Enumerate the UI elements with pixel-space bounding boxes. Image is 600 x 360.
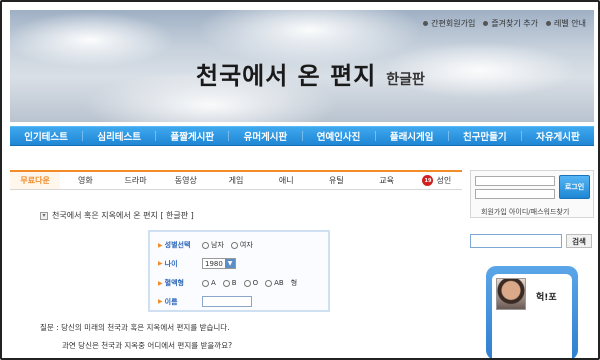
- signup-link[interactable]: 간편회원가입: [423, 18, 475, 29]
- radio-button[interactable]: [202, 279, 209, 287]
- blood-ab-option[interactable]: AB: [265, 279, 284, 287]
- main-panel: ▾ 천국에서 혹은 지옥에서 온 편지 [ 한글판 ] ▶ 성별선택 남자 여자 …: [10, 190, 462, 358]
- blood-type-suffix: 형: [290, 279, 298, 287]
- tab-utility[interactable]: 유틸: [311, 172, 361, 189]
- avatar[interactable]: [496, 278, 526, 310]
- tab-anime[interactable]: 애니: [261, 172, 311, 189]
- nav-psych-test[interactable]: 심리테스트: [83, 127, 155, 145]
- radio-button[interactable]: [243, 279, 251, 287]
- question-text: 질문 : 당신의 미래의 천국과 혹은 지옥에서 편지를 받습니다.: [40, 323, 230, 332]
- nav-clip-board[interactable]: 플짤게시판: [156, 127, 228, 145]
- age-19-badge-icon: 19: [422, 175, 434, 186]
- nav-celebrity-photos[interactable]: 연예인사진: [303, 127, 375, 145]
- age-row: ▶ 나이 1980 ▼: [158, 258, 236, 269]
- chevron-down-icon[interactable]: ▾: [40, 211, 48, 220]
- age-select[interactable]: 1980 ▼: [202, 258, 236, 269]
- arrow-icon: ▶: [158, 298, 163, 305]
- bullet-icon: [483, 21, 489, 26]
- search-input[interactable]: [470, 234, 562, 248]
- nav-free-board[interactable]: 자유게시판: [522, 127, 594, 145]
- password-input[interactable]: [475, 189, 555, 199]
- radio-button[interactable]: [265, 279, 273, 287]
- tab-adult[interactable]: 19 성인: [412, 172, 462, 189]
- arrow-icon: ▶: [158, 279, 163, 287]
- profile-card-inner: 헉!포: [492, 274, 572, 358]
- gender-female-option[interactable]: 여자: [230, 240, 253, 250]
- login-box: 로그인 회원가입 아이디/패스워드찾기: [470, 170, 594, 218]
- profile-card: 헉!포: [486, 266, 578, 358]
- login-button[interactable]: 로그인: [559, 175, 590, 199]
- tab-video[interactable]: 동영상: [161, 172, 211, 189]
- radio-button[interactable]: [202, 241, 209, 249]
- radio-button[interactable]: [222, 279, 230, 287]
- tab-game[interactable]: 게임: [211, 172, 261, 189]
- blood-type-row: ▶ 혈액형 A B O AB 형: [158, 278, 297, 288]
- nav-popular-test[interactable]: 인기테스트: [10, 127, 82, 145]
- category-tabs: 무료다운 영화 드라마 동영상 게임 애니 유틸 교육 19 성인: [10, 170, 462, 190]
- age-label: ▶ 나이: [158, 259, 178, 268]
- arrow-icon: ▶: [158, 260, 163, 267]
- gender-male-option[interactable]: 남자: [202, 240, 224, 250]
- blood-type-label: ▶ 혈액형: [158, 279, 184, 287]
- bullet-icon: [423, 21, 429, 26]
- chevron-down-icon: ▼: [225, 259, 235, 268]
- gender-label: ▶ 성별선택: [158, 241, 191, 249]
- tab-movie[interactable]: 영화: [60, 172, 110, 189]
- tab-free-download[interactable]: 무료다운: [10, 172, 61, 189]
- arrow-icon: ▶: [158, 241, 163, 249]
- nav-humor-board[interactable]: 유머게시판: [229, 127, 301, 145]
- user-id-input[interactable]: [475, 176, 555, 186]
- nav-make-friends[interactable]: 친구만들기: [449, 127, 521, 145]
- profile-name: 헉!포: [536, 293, 557, 303]
- right-sidebar: 로그인 회원가입 아이디/패스워드찾기 검색 헉!포: [470, 170, 594, 358]
- question-text-2: 과연 당신은 천국과 지옥중 어디에서 편지를 받을까요?: [62, 341, 233, 350]
- blood-a-option[interactable]: A: [202, 279, 216, 287]
- tab-education[interactable]: 교육: [362, 172, 412, 189]
- name-input[interactable]: [202, 296, 252, 307]
- blood-o-option[interactable]: O: [243, 279, 258, 287]
- name-row: ▶ 이름: [158, 296, 252, 307]
- signup-find-account-links[interactable]: 회원가입 아이디/패스워드찾기: [481, 207, 569, 217]
- header-banner: 간편회원가입 즐겨찾기 추가 레벨 안내 천국에서 온 편지 한글판: [10, 10, 594, 122]
- site-title-main: 천국에서 온 편지: [196, 62, 377, 90]
- top-links: 간편회원가입 즐겨찾기 추가 레벨 안내: [423, 18, 586, 29]
- blood-b-option[interactable]: B: [222, 279, 237, 287]
- main-nav: 인기테스트 심리테스트 플짤게시판 유머게시판 연예인사진 플래시게임 친구만들…: [10, 126, 594, 146]
- radio-button[interactable]: [230, 241, 238, 249]
- site-title[interactable]: 천국에서 온 편지 한글판: [196, 56, 425, 91]
- bullet-icon: [546, 21, 552, 26]
- page-frame: 간편회원가입 즐겨찾기 추가 레벨 안내 천국에서 온 편지 한글판 인기테스트…: [0, 0, 600, 360]
- site-title-sub: 한글판: [386, 72, 425, 88]
- level-info-link[interactable]: 레벨 안내: [546, 18, 586, 29]
- gender-row: ▶ 성별선택 남자 여자: [158, 240, 256, 250]
- nav-flash-games[interactable]: 플래시게임: [376, 127, 448, 145]
- tab-drama[interactable]: 드라마: [110, 172, 160, 189]
- content-title: ▾ 천국에서 혹은 지옥에서 온 편지 [ 한글판 ]: [40, 210, 194, 221]
- letter-form: ▶ 성별선택 남자 여자 ▶ 나이 1980 ▼ ▶ 혈액형 A B O AB 형 ▶ 이…: [148, 230, 330, 312]
- bookmark-link[interactable]: 즐겨찾기 추가: [483, 18, 538, 29]
- search-button[interactable]: 검색: [566, 234, 592, 248]
- name-label: ▶ 이름: [158, 297, 178, 306]
